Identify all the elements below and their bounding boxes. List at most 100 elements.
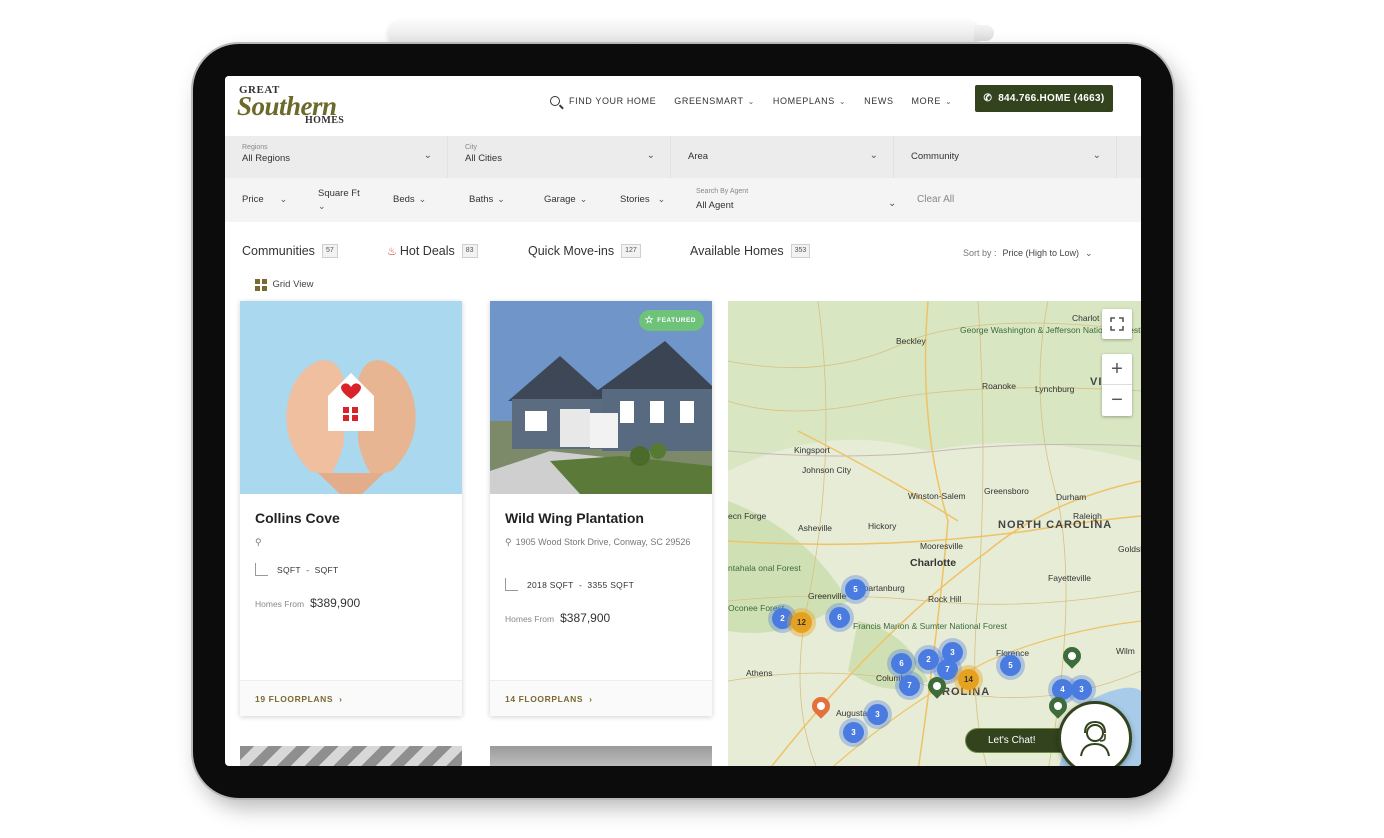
fullscreen-button[interactable] (1102, 309, 1132, 339)
map-cluster-marker[interactable]: 2 (918, 649, 939, 670)
map-cluster-marker[interactable]: 3 (1071, 679, 1092, 700)
map-cluster-marker[interactable]: 7 (899, 675, 920, 696)
tab-hot-deals[interactable]: ♨ Hot Deals 83 (387, 244, 478, 258)
zoom-out-button[interactable]: − (1102, 385, 1132, 416)
map-label: Wilm (1116, 646, 1135, 656)
map-cluster-marker[interactable]: 3 (843, 722, 864, 743)
nav-more[interactable]: MORE ⌄ (912, 96, 953, 106)
filter-value: Community (911, 151, 960, 162)
card-image-partial (240, 746, 462, 766)
filter-garage[interactable]: Garage ⌄ (544, 194, 587, 205)
sort-value: Price (High to Low) (1002, 248, 1080, 258)
filter-value: All Regions (242, 153, 291, 164)
map-label: NORTH CAROLINA (998, 519, 1113, 531)
count-badge: 127 (621, 244, 641, 258)
tab-communities[interactable]: Communities 57 (242, 244, 338, 258)
chat-agent-avatar[interactable] (1058, 701, 1132, 766)
filter-beds[interactable]: Beds ⌄ (393, 194, 426, 205)
chat-label: Let's Chat! (988, 735, 1036, 746)
price-value: $387,900 (560, 611, 611, 625)
community-map[interactable]: Charlot Beckley George Washington & Jeff… (728, 301, 1141, 766)
map-cluster-marker[interactable]: 14 (958, 669, 979, 690)
card-image-partial (490, 746, 712, 766)
card-title[interactable]: Collins Cove (255, 510, 340, 526)
stylus (388, 20, 994, 46)
homes-from-label: Homes From (255, 599, 305, 609)
star-icon: ☆ (644, 315, 655, 326)
community-card[interactable]: ☆ FEATURED Wild Wing Plantation ⚲ 1905 Wo… (490, 301, 712, 716)
map-label: Fayetteville (1048, 573, 1091, 583)
map-cluster-marker[interactable]: 2 (772, 608, 793, 629)
location-pin-icon: ⚲ (505, 537, 512, 547)
map-cluster-marker[interactable]: 5 (845, 579, 866, 600)
map-label: Beckley (896, 336, 926, 346)
agent-filter-value[interactable]: All Agent (696, 200, 734, 211)
map-cluster-marker[interactable]: 5 (1000, 655, 1021, 676)
nav-news[interactable]: NEWS (864, 96, 893, 106)
chevron-down-icon: ⌄ (497, 194, 505, 204)
chevron-down-icon: ⌄ (869, 150, 878, 161)
card-price: Homes From $389,900 (255, 596, 360, 610)
map-cluster-marker[interactable]: 12 (791, 612, 812, 633)
filter-city[interactable]: City All Cities ⌄ (448, 136, 671, 178)
stylus-tip (974, 25, 994, 41)
nav-label: GREENSMART (674, 96, 744, 106)
tab-label: Quick Move-ins (528, 244, 615, 258)
filter-baths[interactable]: Baths ⌄ (469, 194, 505, 205)
map-label: Augusta (836, 708, 868, 718)
filter-label: Stories (620, 194, 650, 205)
card-sqft: SQFT - SQFT (255, 563, 339, 576)
tab-quick-move-ins[interactable]: Quick Move-ins 127 (528, 244, 641, 258)
count-badge: 57 (321, 244, 338, 258)
map-label: Francis Marion & Sumter National Forest (853, 621, 1007, 631)
filter-area[interactable]: Area ⌄ (671, 136, 894, 178)
logo-line-homes: HOMES (305, 115, 345, 126)
filter-label: Garage (544, 194, 576, 205)
support-agent-icon (1080, 720, 1110, 757)
map-label: Charlot (1072, 313, 1100, 323)
nav-label: NEWS (864, 96, 894, 106)
chevron-down-icon[interactable]: ⌄ (888, 198, 896, 209)
tab-available-homes[interactable]: Available Homes 353 (690, 244, 811, 258)
filter-price[interactable]: Price ⌄ (242, 194, 287, 205)
filter-square-ft[interactable]: Square Ft ⌄ (318, 188, 360, 213)
phone-button[interactable]: ✆ 844.766.HOME (4663) (975, 85, 1113, 112)
map-cluster-marker[interactable]: 3 (867, 704, 888, 725)
map-label: ecn Forge (728, 511, 767, 521)
filter-regions[interactable]: Regions All Regions ⌄ (225, 136, 448, 178)
nav-homeplans[interactable]: HOMEPLANS ⌄ (773, 96, 846, 106)
map-label: Athens (746, 668, 773, 678)
chevron-down-icon: ⌄ (418, 194, 427, 204)
phone-number: 844.766.HOME (4663) (998, 93, 1105, 104)
map-label: Charlotte (910, 557, 957, 569)
square-footage-icon (255, 563, 268, 576)
card-title[interactable]: Wild Wing Plantation (505, 510, 644, 526)
chevron-down-icon: ⌄ (944, 96, 953, 106)
site-logo[interactable]: GREAT Southern HOMES (237, 82, 367, 128)
floorplans-link[interactable]: 14 FLOORPLANS › (490, 680, 712, 716)
filter-value: Area (688, 151, 709, 162)
map-cluster-marker[interactable]: 6 (891, 653, 912, 674)
nav-greensmart[interactable]: GREENSMART ⌄ (674, 96, 755, 106)
grid-view-toggle[interactable]: Grid View (255, 279, 314, 291)
clear-all-button[interactable]: Clear All (917, 194, 954, 205)
filter-stories[interactable]: Stories ⌄ (620, 194, 665, 205)
community-card[interactable]: Collins Cove ⚲ SQFT - SQFT Homes From $3… (240, 301, 462, 716)
filter-community[interactable]: Community ⌄ (894, 136, 1117, 178)
map-label: Oconee Forest (728, 603, 785, 613)
sort-dropdown[interactable]: Sort by : Price (High to Low) ⌄ (963, 248, 1093, 259)
floorplans-link[interactable]: 19 FLOORPLANS › (240, 680, 462, 716)
location-pin-icon: ⚲ (255, 537, 262, 547)
map-cluster-marker[interactable]: 6 (829, 607, 850, 628)
nav-find-your-home[interactable]: FIND YOUR HOME (550, 96, 656, 106)
zoom-in-button[interactable]: + (1102, 354, 1132, 385)
address-text: 1905 Wood Stork Drive, Conway, SC 29526 (515, 537, 691, 547)
website-screen: GREAT Southern HOMES FIND YOUR HOME GREE… (225, 76, 1141, 766)
nav-label: MORE (911, 96, 941, 106)
price-value: $389,900 (310, 596, 361, 610)
zoom-controls: + − (1102, 354, 1132, 416)
chevron-down-icon: ⌄ (1085, 248, 1093, 258)
agent-filter-label: Search By Agent (696, 188, 749, 195)
filter-value: All Cities (465, 153, 502, 164)
square-footage-icon (505, 578, 518, 591)
